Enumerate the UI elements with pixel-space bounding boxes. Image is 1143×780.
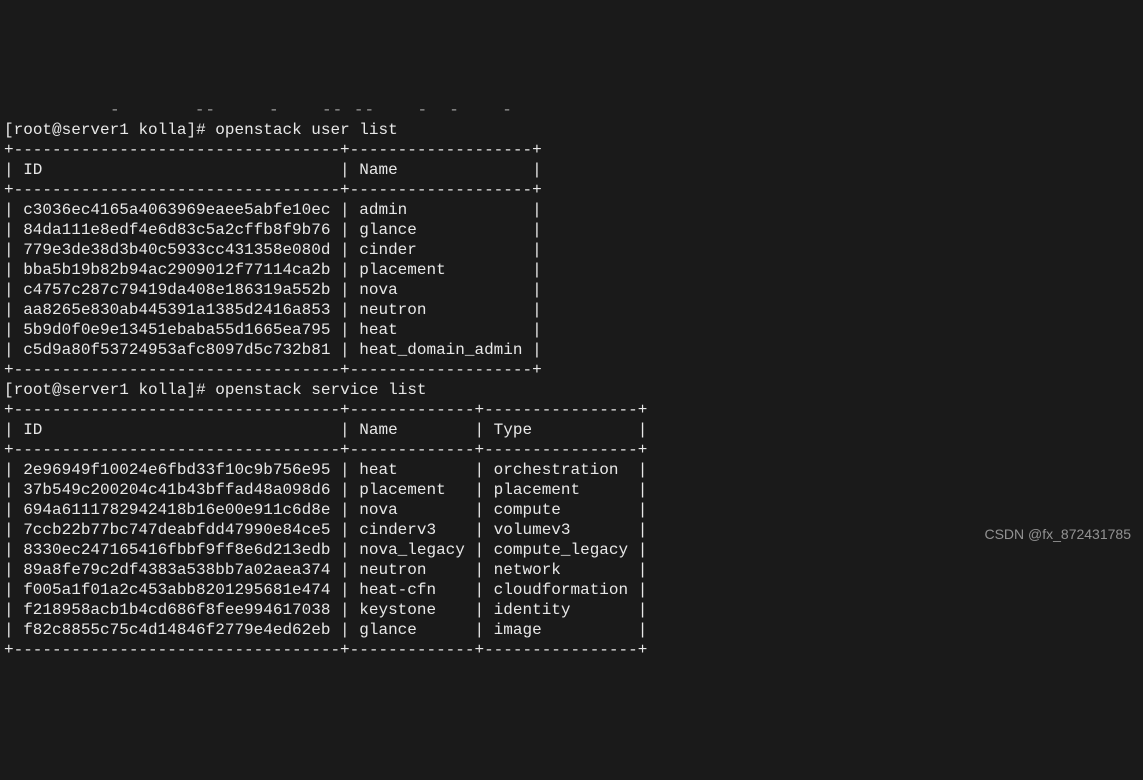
- prompt-user: root: [14, 381, 52, 399]
- command-text: openstack user list: [215, 121, 397, 139]
- terminal-output: - -- - -- -- - - - [root@server1 kolla]#…: [4, 80, 1139, 660]
- prompt-cwd: kolla: [138, 121, 186, 139]
- watermark: CSDN @fx_872431785: [984, 526, 1131, 544]
- prompt-line-1[interactable]: [root@server1 kolla]# openstack user lis…: [4, 121, 398, 139]
- prompt-user: root: [14, 121, 52, 139]
- prompt-host: server1: [62, 121, 129, 139]
- user-table: +----------------------------------+----…: [4, 141, 542, 379]
- command-text: openstack service list: [215, 381, 426, 399]
- prompt-cwd: kolla: [138, 381, 186, 399]
- prompt-line-2[interactable]: [root@server1 kolla]# openstack service …: [4, 381, 427, 399]
- prompt-host: server1: [62, 381, 129, 399]
- clipped-line: - -- - -- -- - - -: [4, 101, 513, 119]
- service-table: +----------------------------------+----…: [4, 401, 647, 659]
